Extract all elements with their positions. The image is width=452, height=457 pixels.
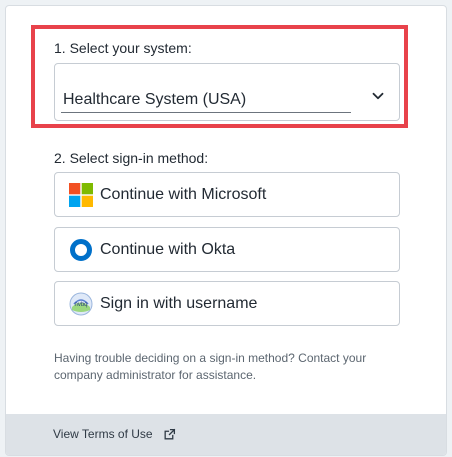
svg-text:nvbq: nvbq [74,302,87,308]
help-text: Having trouble deciding on a sign-in met… [54,351,367,382]
external-link-icon [164,428,175,439]
username-button-label: Sign in with username [100,295,258,312]
continue-with-okta-button[interactable]: Continue with Okta [54,227,400,272]
okta-button-label: Continue with Okta [100,241,236,258]
chevron-down-icon[interactable] [369,87,387,105]
app-logo-icon: nvbq [69,292,93,316]
sign-in-method-label: 2. Select sign-in method: [54,150,209,166]
sign-in-card: 1. Select your system: Healthcare System… [5,5,447,456]
sign-in-with-username-button[interactable]: nvbq Sign in with username [54,281,400,326]
card-footer: View Terms of Use [6,414,446,455]
system-select-value: Healthcare System (USA) [63,91,247,108]
continue-with-microsoft-button[interactable]: Continue with Microsoft [54,172,400,217]
select-underline [61,112,351,113]
okta-logo-icon [70,239,92,261]
microsoft-button-label: Continue with Microsoft [100,186,267,203]
system-select[interactable]: Healthcare System (USA) [54,63,400,121]
system-select-label: 1. Select your system: [54,40,192,56]
microsoft-logo-icon [69,183,93,207]
view-terms-of-use-link[interactable]: View Terms of Use [53,427,176,441]
terms-link-label: View Terms of Use [53,427,153,441]
